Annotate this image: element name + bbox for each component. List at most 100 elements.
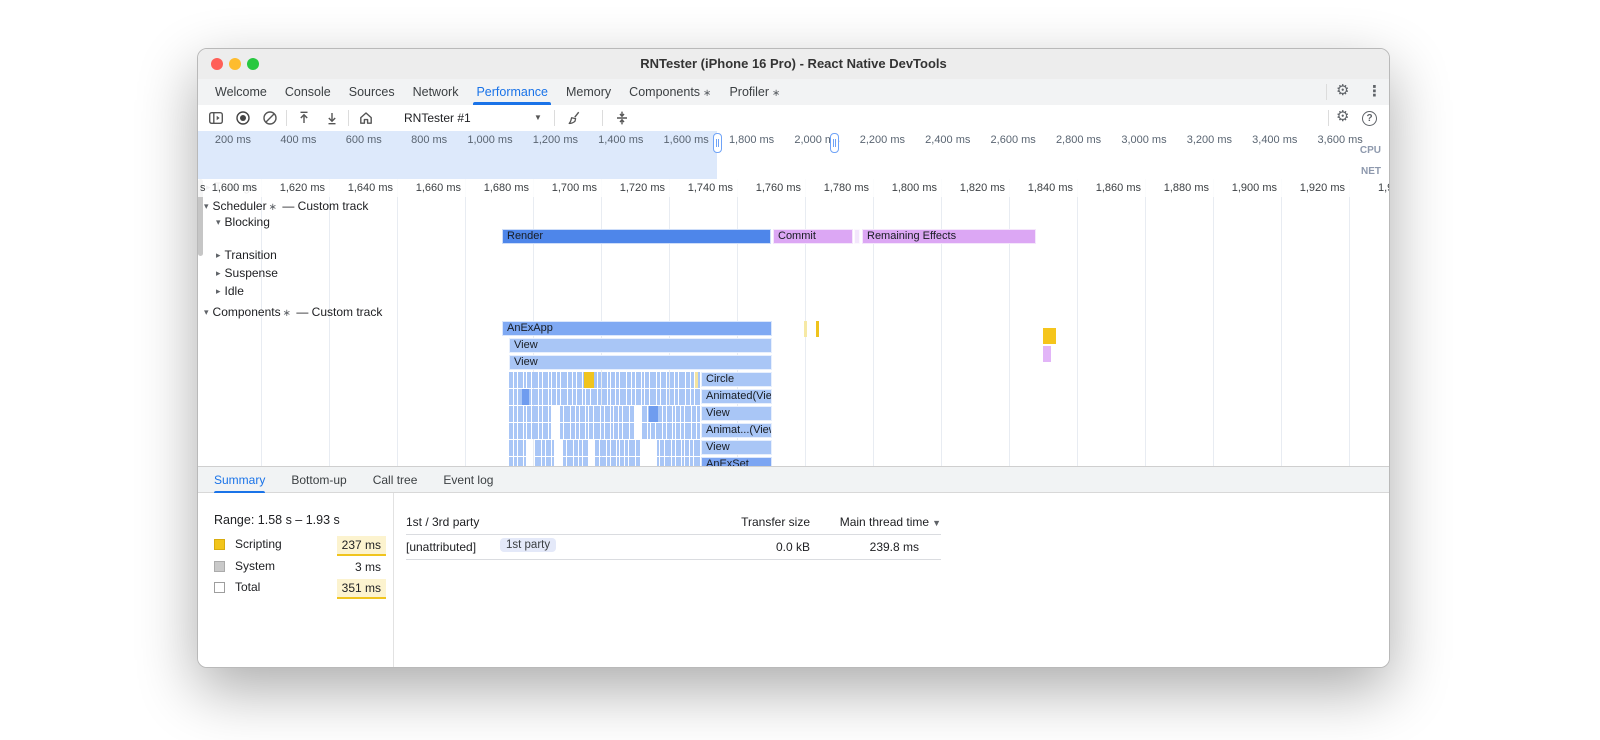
flame-segment[interactable] (642, 389, 644, 405)
event-mark[interactable] (1043, 346, 1051, 362)
flame-segment[interactable] (645, 372, 649, 388)
title-bar[interactable]: RNTester (iPhone 16 Pro) - React Native … (198, 49, 1389, 80)
flame-segment[interactable] (605, 423, 610, 439)
flame-segment[interactable] (685, 457, 689, 466)
flame-segment[interactable] (657, 372, 660, 388)
flame-segment[interactable] (632, 389, 635, 405)
flame-segment[interactable] (518, 440, 523, 456)
download-profile-icon[interactable] (324, 110, 340, 126)
flame-segment[interactable] (573, 389, 576, 405)
flame-segment[interactable] (673, 406, 675, 422)
flame-segment[interactable] (611, 440, 616, 456)
flame-segment[interactable] (650, 372, 656, 388)
flame-bar[interactable]: Animat...(View) (701, 423, 772, 438)
flame-segment[interactable] (672, 440, 675, 456)
flame-segment[interactable] (601, 406, 604, 422)
flame-segment[interactable] (549, 372, 551, 388)
flame-segment[interactable] (619, 406, 622, 422)
bottom-tab-call-tree[interactable]: Call tree (373, 467, 418, 494)
flame-segment[interactable] (675, 389, 678, 405)
track-transition-header[interactable]: ▸ Transition (216, 248, 277, 262)
table-row-name[interactable]: [unattributed] (406, 540, 476, 554)
flame-segment[interactable] (543, 423, 548, 439)
flame-segment[interactable] (574, 440, 578, 456)
flame-segment[interactable] (576, 423, 579, 439)
flame-segment[interactable] (546, 440, 551, 456)
flame-segment[interactable] (675, 372, 678, 388)
flame-segment[interactable] (625, 440, 628, 456)
flame-segment[interactable] (524, 423, 526, 439)
flame-segment[interactable] (642, 406, 647, 422)
flame-segment[interactable] (691, 389, 694, 405)
garbage-collect-broom-icon[interactable] (566, 110, 582, 126)
flame-bar[interactable]: AnExApp (502, 321, 772, 336)
flame-segment[interactable] (686, 372, 690, 388)
flame-segment[interactable] (568, 372, 572, 388)
flame-segment[interactable] (509, 372, 513, 388)
flame-segment[interactable] (667, 406, 672, 422)
flame-segment[interactable] (602, 389, 607, 405)
flame-segment[interactable] (524, 372, 526, 388)
flame-segment[interactable] (589, 406, 593, 422)
tab-performance[interactable]: Performance (467, 79, 557, 105)
flame-segment[interactable] (546, 457, 551, 466)
flame-segment[interactable] (514, 457, 517, 466)
flame-segment[interactable] (577, 389, 582, 405)
disclosure-icon[interactable]: ▸ (216, 268, 221, 278)
flame-segment[interactable] (670, 372, 674, 388)
track-components-header[interactable]: ▾ Components ∗ — Custom track (204, 305, 382, 319)
flame-segment[interactable] (620, 440, 624, 456)
flame-segment[interactable] (657, 389, 660, 405)
flame-segment[interactable] (660, 440, 664, 456)
flame-bar[interactable]: AnExSet (701, 457, 772, 466)
record-icon[interactable] (235, 110, 251, 126)
flame-bar[interactable]: Circle (701, 372, 772, 387)
flame-segment[interactable] (527, 423, 531, 439)
flame-segment[interactable] (611, 406, 613, 422)
flame-segment[interactable] (642, 372, 644, 388)
target-select-caret-icon[interactable]: ▼ (534, 105, 542, 131)
flame-segment[interactable] (617, 440, 619, 456)
flame-segment[interactable] (616, 372, 619, 388)
flame-segment[interactable] (568, 389, 572, 405)
flame-segment[interactable] (595, 440, 599, 456)
flame-bar[interactable]: View (509, 338, 772, 353)
flame-segment[interactable] (571, 406, 575, 422)
flame-segment[interactable] (656, 423, 662, 439)
flame-segment[interactable] (577, 372, 582, 388)
flame-segment[interactable] (542, 457, 545, 466)
flame-segment[interactable] (564, 406, 570, 422)
flame-segment[interactable] (514, 406, 517, 422)
flame-segment[interactable] (589, 423, 593, 439)
flame-segment[interactable] (557, 389, 560, 405)
flame-segment[interactable] (509, 389, 513, 405)
flame-segment[interactable] (518, 372, 523, 388)
flame-segment[interactable] (611, 423, 613, 439)
flame-segment[interactable] (665, 440, 671, 456)
flame-segment[interactable] (608, 372, 610, 388)
flame-segment[interactable] (535, 457, 541, 466)
flame-segment[interactable] (694, 457, 700, 466)
flame-segment[interactable] (563, 440, 566, 456)
flame-segment[interactable] (661, 389, 666, 405)
flame-segment[interactable] (690, 440, 693, 456)
flame-segment[interactable] (564, 423, 570, 439)
flame-segment[interactable] (623, 406, 629, 422)
flame-segment[interactable] (623, 423, 629, 439)
more-menu-icon[interactable]: ⋮ (1367, 82, 1382, 100)
flame-segment[interactable] (586, 406, 588, 422)
tab-components[interactable]: Components ∗ (620, 79, 720, 105)
tab-console[interactable]: Console (276, 79, 340, 105)
selection-handle[interactable] (712, 133, 722, 153)
flame-segment[interactable] (611, 389, 615, 405)
bottom-tab-summary[interactable]: Summary (214, 467, 266, 494)
flame-bar[interactable]: View (701, 406, 772, 421)
flame-segment[interactable] (627, 372, 631, 388)
flame-segment[interactable] (542, 440, 545, 456)
flame-segment[interactable] (535, 440, 541, 456)
scheduler-bar-render[interactable]: Render (502, 229, 771, 244)
flame-segment[interactable] (657, 440, 659, 456)
flame-segment[interactable] (571, 423, 575, 439)
flame-segment[interactable] (594, 406, 600, 422)
flame-segment[interactable] (657, 457, 659, 466)
